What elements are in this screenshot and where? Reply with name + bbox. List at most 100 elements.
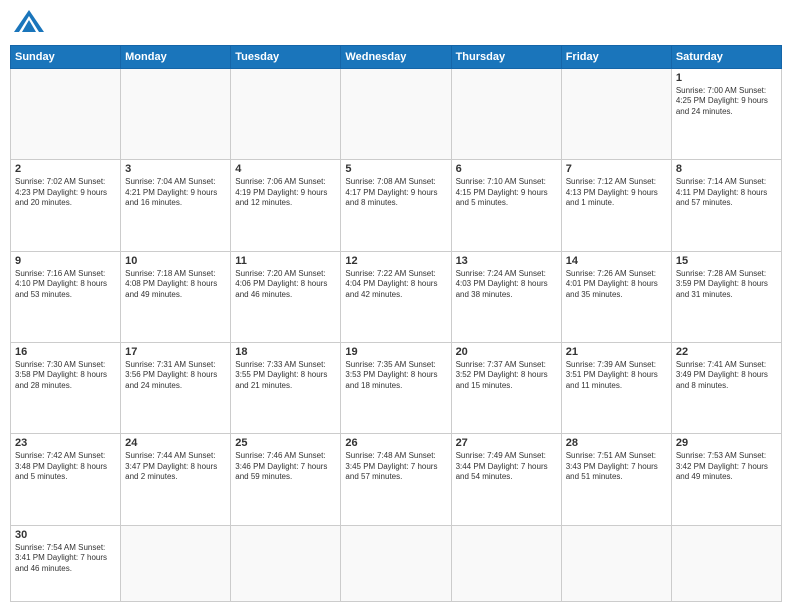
- day-info: Sunrise: 7:48 AM Sunset: 3:45 PM Dayligh…: [345, 451, 446, 482]
- calendar-cell: [671, 525, 781, 601]
- day-number: 28: [566, 437, 667, 449]
- day-number: 14: [566, 255, 667, 267]
- calendar-cell: 11 Sunrise: 7:20 AM Sunset: 4:06 PM Dayli…: [231, 251, 341, 342]
- day-info: Sunrise: 7:24 AM Sunset: 4:03 PM Dayligh…: [456, 269, 557, 300]
- day-info: Sunrise: 7:30 AM Sunset: 3:58 PM Dayligh…: [15, 360, 116, 391]
- page: SundayMondayTuesdayWednesdayThursdayFrid…: [0, 0, 792, 612]
- weekday-header-wednesday: Wednesday: [341, 46, 451, 69]
- day-number: 2: [15, 163, 116, 175]
- day-info: Sunrise: 7:54 AM Sunset: 3:41 PM Dayligh…: [15, 543, 116, 574]
- day-number: 18: [235, 346, 336, 358]
- day-number: 8: [676, 163, 777, 175]
- day-info: Sunrise: 7:16 AM Sunset: 4:10 PM Dayligh…: [15, 269, 116, 300]
- day-number: 11: [235, 255, 336, 267]
- calendar-cell: 14 Sunrise: 7:26 AM Sunset: 4:01 PM Dayli…: [561, 251, 671, 342]
- logo-icon: [14, 10, 44, 37]
- day-number: 17: [125, 346, 226, 358]
- weekday-header-saturday: Saturday: [671, 46, 781, 69]
- calendar-cell: 29 Sunrise: 7:53 AM Sunset: 3:42 PM Dayli…: [671, 434, 781, 525]
- calendar-cell: 5 Sunrise: 7:08 AM Sunset: 4:17 PM Daylig…: [341, 160, 451, 251]
- calendar-cell: [341, 525, 451, 601]
- calendar-cell: 26 Sunrise: 7:48 AM Sunset: 3:45 PM Dayli…: [341, 434, 451, 525]
- calendar-cell: 13 Sunrise: 7:24 AM Sunset: 4:03 PM Dayli…: [451, 251, 561, 342]
- day-info: Sunrise: 7:33 AM Sunset: 3:55 PM Dayligh…: [235, 360, 336, 391]
- day-info: Sunrise: 7:31 AM Sunset: 3:56 PM Dayligh…: [125, 360, 226, 391]
- calendar-cell: 4 Sunrise: 7:06 AM Sunset: 4:19 PM Daylig…: [231, 160, 341, 251]
- calendar-cell: 25Sunrise: 7:46 AM Sunset: 3:46 PM Dayli…: [231, 434, 341, 525]
- day-number: 1: [676, 72, 777, 84]
- calendar-cell: 22 Sunrise: 7:41 AM Sunset: 3:49 PM Dayli…: [671, 343, 781, 434]
- calendar-cell: [121, 525, 231, 601]
- calendar-cell: 6Sunrise: 7:10 AM Sunset: 4:15 PM Daylig…: [451, 160, 561, 251]
- day-info: Sunrise: 7:37 AM Sunset: 3:52 PM Dayligh…: [456, 360, 557, 391]
- week-row-5: 23Sunrise: 7:42 AM Sunset: 3:48 PM Dayli…: [11, 434, 782, 525]
- day-number: 4: [235, 163, 336, 175]
- day-info: Sunrise: 7:46 AM Sunset: 3:46 PM Dayligh…: [235, 451, 336, 482]
- day-number: 12: [345, 255, 446, 267]
- day-number: 30: [15, 529, 116, 541]
- calendar-cell: 15Sunrise: 7:28 AM Sunset: 3:59 PM Dayli…: [671, 251, 781, 342]
- calendar-cell: 10 Sunrise: 7:18 AM Sunset: 4:08 PM Dayli…: [121, 251, 231, 342]
- day-info: Sunrise: 7:42 AM Sunset: 3:48 PM Dayligh…: [15, 451, 116, 482]
- weekday-header-monday: Monday: [121, 46, 231, 69]
- calendar-cell: 17 Sunrise: 7:31 AM Sunset: 3:56 PM Dayli…: [121, 343, 231, 434]
- calendar-cell: [561, 69, 671, 160]
- day-info: Sunrise: 7:14 AM Sunset: 4:11 PM Dayligh…: [676, 177, 777, 208]
- day-info: Sunrise: 7:51 AM Sunset: 3:43 PM Dayligh…: [566, 451, 667, 482]
- calendar-cell: [341, 69, 451, 160]
- calendar-cell: [451, 525, 561, 601]
- day-info: Sunrise: 7:53 AM Sunset: 3:42 PM Dayligh…: [676, 451, 777, 482]
- day-info: Sunrise: 7:20 AM Sunset: 4:06 PM Dayligh…: [235, 269, 336, 300]
- day-info: Sunrise: 7:28 AM Sunset: 3:59 PM Dayligh…: [676, 269, 777, 300]
- day-info: Sunrise: 7:00 AM Sunset: 4:25 PM Dayligh…: [676, 86, 777, 117]
- calendar-cell: 23Sunrise: 7:42 AM Sunset: 3:48 PM Dayli…: [11, 434, 121, 525]
- calendar-table: SundayMondayTuesdayWednesdayThursdayFrid…: [10, 45, 782, 602]
- calendar-cell: [121, 69, 231, 160]
- week-row-1: 1 Sunrise: 7:00 AM Sunset: 4:25 PM Daylig…: [11, 69, 782, 160]
- week-row-3: 9Sunrise: 7:16 AM Sunset: 4:10 PM Daylig…: [11, 251, 782, 342]
- day-number: 27: [456, 437, 557, 449]
- calendar-cell: 9Sunrise: 7:16 AM Sunset: 4:10 PM Daylig…: [11, 251, 121, 342]
- weekday-header-row: SundayMondayTuesdayWednesdayThursdayFrid…: [11, 46, 782, 69]
- day-info: Sunrise: 7:06 AM Sunset: 4:19 PM Dayligh…: [235, 177, 336, 208]
- calendar-cell: 2 Sunrise: 7:02 AM Sunset: 4:23 PM Daylig…: [11, 160, 121, 251]
- weekday-header-friday: Friday: [561, 46, 671, 69]
- calendar-cell: [561, 525, 671, 601]
- day-number: 10: [125, 255, 226, 267]
- calendar-cell: 30 Sunrise: 7:54 AM Sunset: 3:41 PM Dayli…: [11, 525, 121, 601]
- day-number: 22: [676, 346, 777, 358]
- day-info: Sunrise: 7:44 AM Sunset: 3:47 PM Dayligh…: [125, 451, 226, 482]
- calendar-cell: 3 Sunrise: 7:04 AM Sunset: 4:21 PM Daylig…: [121, 160, 231, 251]
- day-info: Sunrise: 7:08 AM Sunset: 4:17 PM Dayligh…: [345, 177, 446, 208]
- day-info: Sunrise: 7:02 AM Sunset: 4:23 PM Dayligh…: [15, 177, 116, 208]
- day-number: 7: [566, 163, 667, 175]
- day-number: 21: [566, 346, 667, 358]
- day-info: Sunrise: 7:18 AM Sunset: 4:08 PM Dayligh…: [125, 269, 226, 300]
- calendar-cell: 12 Sunrise: 7:22 AM Sunset: 4:04 PM Dayli…: [341, 251, 451, 342]
- calendar-cell: 19 Sunrise: 7:35 AM Sunset: 3:53 PM Dayli…: [341, 343, 451, 434]
- day-info: Sunrise: 7:49 AM Sunset: 3:44 PM Dayligh…: [456, 451, 557, 482]
- day-number: 13: [456, 255, 557, 267]
- week-row-6: 30 Sunrise: 7:54 AM Sunset: 3:41 PM Dayli…: [11, 525, 782, 601]
- calendar-cell: 21Sunrise: 7:39 AM Sunset: 3:51 PM Dayli…: [561, 343, 671, 434]
- day-number: 26: [345, 437, 446, 449]
- calendar-cell: [451, 69, 561, 160]
- day-number: 3: [125, 163, 226, 175]
- calendar-cell: 8 Sunrise: 7:14 AM Sunset: 4:11 PM Daylig…: [671, 160, 781, 251]
- day-info: Sunrise: 7:12 AM Sunset: 4:13 PM Dayligh…: [566, 177, 667, 208]
- day-info: Sunrise: 7:04 AM Sunset: 4:21 PM Dayligh…: [125, 177, 226, 208]
- calendar-cell: 27 Sunrise: 7:49 AM Sunset: 3:44 PM Dayli…: [451, 434, 561, 525]
- calendar-cell: 24Sunrise: 7:44 AM Sunset: 3:47 PM Dayli…: [121, 434, 231, 525]
- day-number: 19: [345, 346, 446, 358]
- day-info: Sunrise: 7:35 AM Sunset: 3:53 PM Dayligh…: [345, 360, 446, 391]
- week-row-2: 2 Sunrise: 7:02 AM Sunset: 4:23 PM Daylig…: [11, 160, 782, 251]
- day-number: 16: [15, 346, 116, 358]
- day-info: Sunrise: 7:22 AM Sunset: 4:04 PM Dayligh…: [345, 269, 446, 300]
- calendar-cell: [231, 69, 341, 160]
- day-info: Sunrise: 7:26 AM Sunset: 4:01 PM Dayligh…: [566, 269, 667, 300]
- day-number: 29: [676, 437, 777, 449]
- calendar-cell: 28 Sunrise: 7:51 AM Sunset: 3:43 PM Dayli…: [561, 434, 671, 525]
- day-number: 5: [345, 163, 446, 175]
- calendar-cell: 1 Sunrise: 7:00 AM Sunset: 4:25 PM Daylig…: [671, 69, 781, 160]
- day-info: Sunrise: 7:41 AM Sunset: 3:49 PM Dayligh…: [676, 360, 777, 391]
